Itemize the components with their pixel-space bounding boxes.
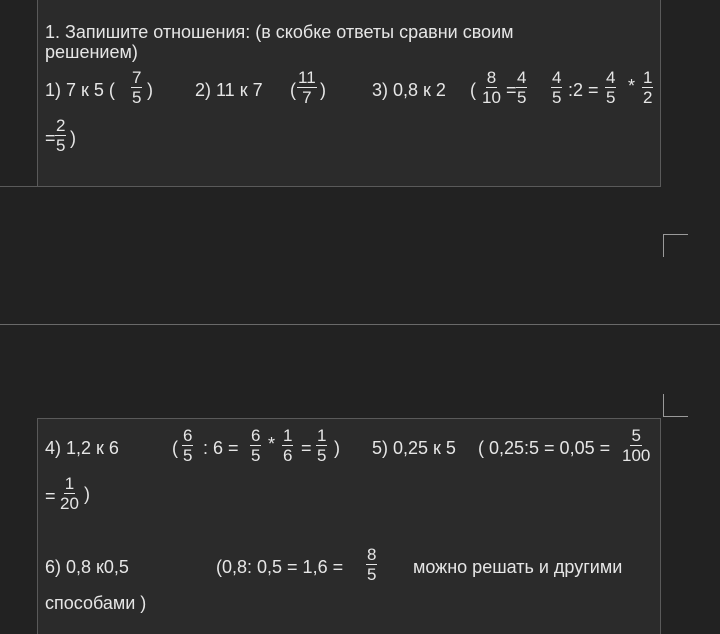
equals: = — [45, 128, 56, 148]
fraction: 65 — [182, 426, 194, 465]
fraction: 45 — [516, 68, 528, 107]
paren: ) — [70, 128, 76, 148]
calculation: (0,8: 0,5 = 1,6 = — [216, 557, 344, 577]
note-cont: способами ) — [45, 593, 147, 613]
fraction: 15 — [316, 426, 328, 465]
paren: ( — [470, 80, 476, 100]
fraction: 8 10 — [482, 68, 501, 107]
fraction: 1 20 — [60, 474, 79, 513]
operation: :2 = — [568, 80, 599, 100]
fraction: 45 — [551, 68, 563, 107]
fraction: 65 — [250, 426, 262, 465]
calculation: ( 0,25:5 = 0,05 = — [478, 438, 611, 458]
item-3: 3) 0,8 к 2 — [372, 80, 446, 100]
paren: ) — [334, 438, 340, 458]
fraction: 16 — [282, 426, 294, 465]
fraction: 85 — [366, 545, 378, 584]
item-4: 4) 1,2 к 6 — [45, 438, 119, 458]
task-title-cont: решением) — [45, 42, 138, 62]
fraction: 5 100 — [622, 426, 651, 465]
equals: = — [45, 486, 56, 506]
paren: ( — [172, 438, 178, 458]
note: можно решать и другими — [413, 557, 623, 577]
paren: ) — [320, 80, 326, 100]
equals: = — [506, 80, 517, 100]
page-corner-mark — [663, 394, 688, 417]
paren: ) — [147, 80, 153, 100]
fraction: 25 — [55, 116, 67, 155]
page-corner-mark — [663, 234, 688, 257]
fraction: 75 — [131, 68, 143, 107]
item-2: 2) 11 к 7 — [195, 80, 263, 100]
page-divider — [0, 186, 38, 187]
paren: ) — [84, 484, 90, 504]
item-1: 1) 7 к 5 ( — [45, 80, 115, 100]
fraction: 12 — [642, 68, 654, 107]
equals: = — [301, 438, 312, 458]
page-separator — [0, 324, 720, 325]
item-5: 5) 0,25 к 5 — [372, 438, 456, 458]
multiply: * — [268, 434, 276, 454]
item-6: 6) 0,8 к0,5 — [45, 557, 129, 577]
fraction: 11 7 — [297, 68, 317, 107]
fraction: 45 — [605, 68, 617, 107]
task-title: 1. Запишите отношения: (в скобке ответы … — [45, 22, 514, 42]
operation: : 6 = — [203, 438, 239, 458]
multiply: * — [628, 76, 636, 96]
paren: ( — [290, 80, 296, 100]
